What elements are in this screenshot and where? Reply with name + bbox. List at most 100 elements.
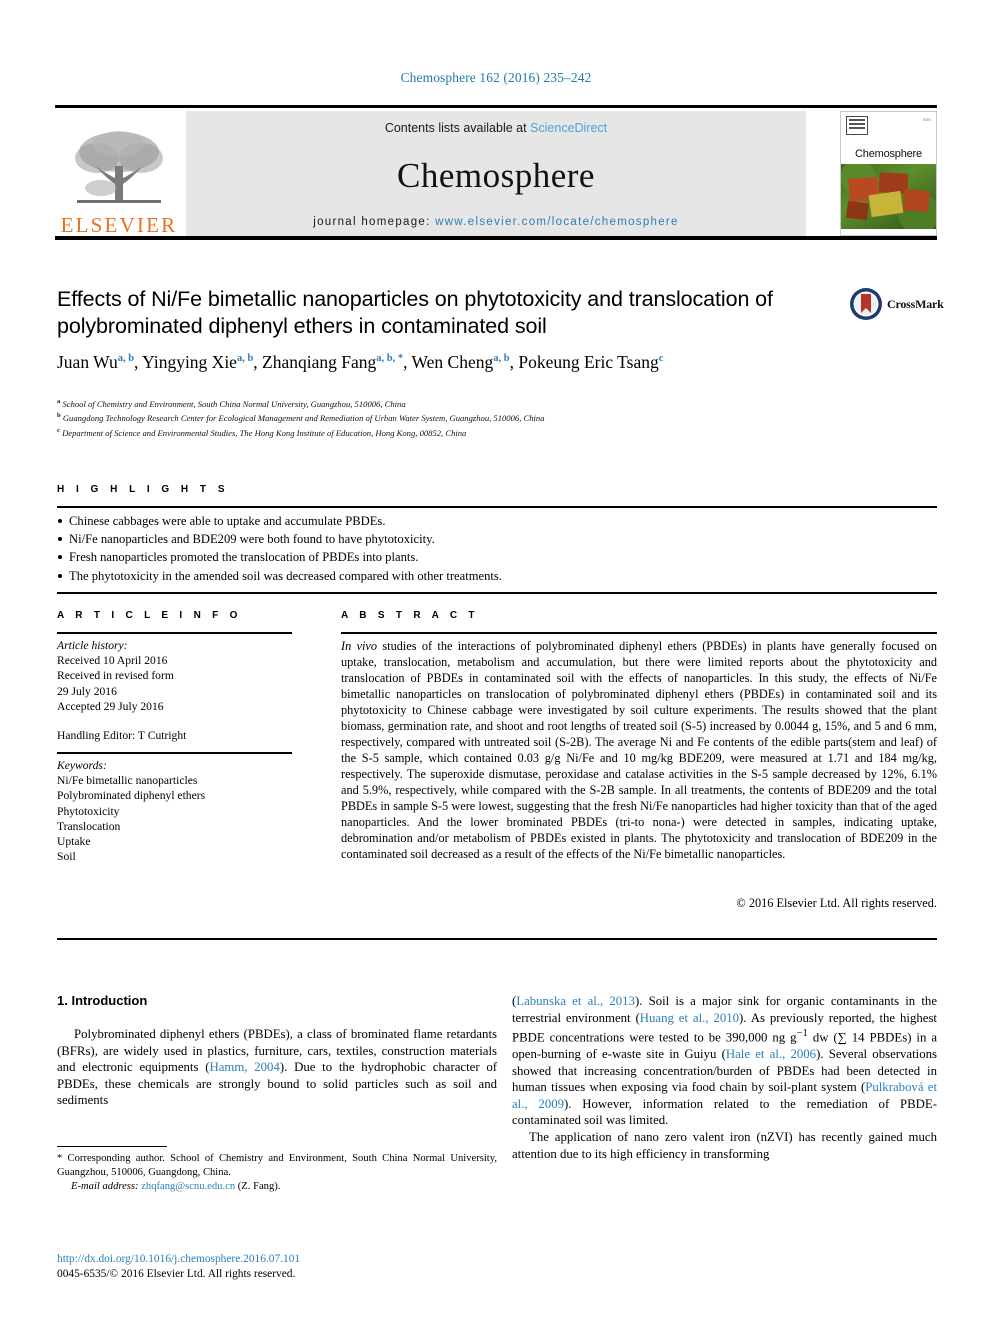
keyword-item: Ni/Fe bimetallic nanoparticles bbox=[57, 774, 198, 788]
journal-masthead: ELSEVIER Contents lists available at Sci… bbox=[55, 105, 937, 236]
article-history-label: Article history: bbox=[57, 639, 128, 652]
keyword-item: Phytotoxicity bbox=[57, 804, 120, 818]
email-suffix: (Z. Fang). bbox=[235, 1181, 281, 1193]
footnote-text: Corresponding author. School of Chemistr… bbox=[57, 1153, 497, 1178]
article-history-block: Article history: Received 10 April 2016 … bbox=[57, 638, 297, 714]
email-line: E-mail address: zhqfang@scnu.edu.cn (Z. … bbox=[57, 1180, 497, 1194]
abstract-body: studies of the interactions of polybromi… bbox=[341, 639, 937, 861]
elsevier-logo: ELSEVIER bbox=[55, 111, 183, 236]
journal-title: Chemosphere bbox=[397, 156, 595, 195]
author-affil-marks: a, b bbox=[493, 353, 510, 364]
cover-photo-image bbox=[841, 164, 936, 229]
crossmark-badge[interactable]: CrossMark bbox=[849, 287, 944, 321]
highlights-list: Chinese cabbages were able to uptake and… bbox=[57, 512, 937, 585]
elsevier-tree-icon bbox=[75, 131, 163, 203]
keywords-top-rule bbox=[57, 752, 292, 754]
affiliation-text: School of Chemistry and Environment, Sou… bbox=[62, 398, 406, 409]
affiliation-text: Department of Science and Environmental … bbox=[62, 427, 467, 438]
masthead-center-panel: Contents lists available at ScienceDirec… bbox=[186, 111, 806, 236]
page-title: Effects of Ni/Fe bimetallic nanoparticle… bbox=[57, 287, 773, 338]
cover-bottom-band bbox=[841, 229, 936, 235]
author-affil-marks: a, b, * bbox=[376, 353, 404, 364]
author-name: Yingying Xie bbox=[142, 351, 237, 372]
highlight-item: Chinese cabbages were able to uptake and… bbox=[57, 512, 937, 530]
contents-available-line: Contents lists available at ScienceDirec… bbox=[385, 121, 607, 135]
cover-publisher-mark-icon bbox=[846, 116, 868, 135]
affiliation-mark: b bbox=[57, 412, 61, 420]
highlights-bottom-rule bbox=[57, 592, 937, 594]
journal-cover-thumbnail[interactable]: ISSN Chemosphere bbox=[840, 111, 937, 236]
affiliation-text: Guangdong Technology Research Center for… bbox=[62, 413, 545, 424]
author-list: Juan Wua, b, Yingying Xiea, b, Zhanqiang… bbox=[57, 351, 664, 372]
highlights-top-rule bbox=[57, 506, 937, 508]
abstract-text: In vivo studies of the interactions of p… bbox=[341, 638, 937, 862]
article-history-line: Received 10 April 2016 bbox=[57, 654, 168, 668]
body-paragraph: The application of nano zero valent iron… bbox=[512, 1130, 937, 1161]
doi-block: http://dx.doi.org/10.1016/j.chemosphere.… bbox=[57, 1252, 497, 1282]
affiliation-item: a School of Chemistry and Environment, S… bbox=[57, 396, 937, 410]
author-affil-marks: c bbox=[658, 353, 664, 364]
article-page: Chemosphere 162 (2016) 235–242 ELSEVIER … bbox=[0, 0, 992, 1323]
abstract-heading: A B S T R A C T bbox=[341, 610, 479, 621]
body-column-right: (Labunska et al., 2013). Soil is a major… bbox=[512, 993, 937, 1162]
paragraph-text: ). However, information related to the r… bbox=[512, 1096, 937, 1128]
affiliation-list: a School of Chemistry and Environment, S… bbox=[57, 396, 937, 439]
author-affil-marks: a, b bbox=[117, 353, 135, 364]
affiliation-item: b Guangdong Technology Research Center f… bbox=[57, 410, 937, 424]
doi-link[interactable]: http://dx.doi.org/10.1016/j.chemosphere.… bbox=[57, 1252, 497, 1267]
highlights-heading: H I G H L I G H T S bbox=[57, 484, 229, 495]
issn-copyright-line: 0045-6535/© 2016 Elsevier Ltd. All right… bbox=[57, 1268, 296, 1280]
body-paragraph: Polybrominated diphenyl ethers (PBDEs), … bbox=[57, 1026, 497, 1109]
cover-top-band: ISSN Chemosphere bbox=[841, 112, 936, 164]
homepage-prefix: journal homepage: bbox=[313, 216, 436, 228]
sciencedirect-link[interactable]: ScienceDirect bbox=[530, 121, 607, 135]
article-history-line: 29 July 2016 bbox=[57, 684, 117, 698]
section-title-introduction: 1. Introduction bbox=[57, 993, 148, 1008]
crossmark-icon bbox=[850, 288, 882, 320]
highlight-item: The phytotoxicity in the amended soil wa… bbox=[57, 567, 937, 585]
body-top-rule bbox=[57, 938, 937, 940]
affiliation-mark: c bbox=[57, 426, 60, 434]
abstract-copyright: © 2016 Elsevier Ltd. All rights reserved… bbox=[736, 896, 937, 910]
keyword-item: Uptake bbox=[57, 835, 91, 849]
homepage-url-link[interactable]: www.elsevier.com/locate/chemosphere bbox=[435, 216, 679, 228]
keywords-block: Keywords: Ni/Fe bimetallic nanoparticles… bbox=[57, 758, 297, 864]
affiliation-item: c Department of Science and Environmenta… bbox=[57, 425, 937, 439]
citation-link[interactable]: Labunska et al., 2013 bbox=[516, 994, 635, 1008]
author-name: Wen Cheng bbox=[411, 351, 494, 372]
author-name: Pokeung Eric Tsang bbox=[518, 351, 659, 372]
citation-link[interactable]: Hamm, 2004 bbox=[209, 1060, 279, 1074]
keyword-item: Translocation bbox=[57, 819, 121, 833]
elsevier-wordmark: ELSEVIER bbox=[60, 213, 178, 237]
crossmark-label: CrossMark bbox=[887, 297, 944, 311]
author-affil-marks: a, b bbox=[236, 353, 254, 364]
article-history-line: Received in revised form bbox=[57, 669, 174, 683]
corresponding-author-footnote: * Corresponding author. School of Chemis… bbox=[57, 1152, 497, 1194]
abstract-rule bbox=[341, 632, 937, 634]
abstract-lead-italic: In vivo bbox=[341, 639, 378, 653]
affiliation-mark: a bbox=[57, 398, 61, 405]
keyword-item: Soil bbox=[57, 850, 76, 864]
email-link[interactable]: zhqfang@scnu.edu.cn bbox=[141, 1181, 235, 1192]
contents-prefix: Contents lists available at bbox=[384, 121, 531, 135]
journal-homepage-line: journal homepage: www.elsevier.com/locat… bbox=[313, 216, 679, 228]
handling-editor: Handling Editor: T Cutright bbox=[57, 729, 187, 742]
journal-citation-line: Chemosphere 162 (2016) 235–242 bbox=[400, 70, 592, 85]
body-column-left: Polybrominated diphenyl ethers (PBDEs), … bbox=[57, 1026, 497, 1109]
citation-link[interactable]: Huang et al., 2010 bbox=[640, 1011, 739, 1025]
article-history-line: Accepted 29 July 2016 bbox=[57, 699, 164, 713]
article-info-heading: A R T I C L E I N F O bbox=[57, 610, 242, 621]
cover-journal-title: Chemosphere bbox=[855, 148, 922, 160]
body-paragraph: (Labunska et al., 2013). Soil is a major… bbox=[512, 994, 938, 1128]
masthead-bottom-rule bbox=[55, 236, 937, 240]
keywords-label: Keywords: bbox=[57, 759, 107, 772]
highlight-item: Fresh nanoparticles promoted the translo… bbox=[57, 548, 937, 566]
highlight-item: Ni/Fe nanoparticles and BDE209 were both… bbox=[57, 530, 937, 548]
citation-link[interactable]: Hale et al., 2006 bbox=[726, 1047, 816, 1061]
cover-issn-text: ISSN bbox=[922, 118, 931, 122]
superscript-exponent: −1 bbox=[796, 1028, 808, 1040]
keyword-item: Polybrominated diphenyl ethers bbox=[57, 789, 206, 803]
email-label: E-mail address: bbox=[71, 1181, 139, 1193]
footnote-rule bbox=[57, 1146, 167, 1147]
article-info-rule bbox=[57, 632, 292, 634]
